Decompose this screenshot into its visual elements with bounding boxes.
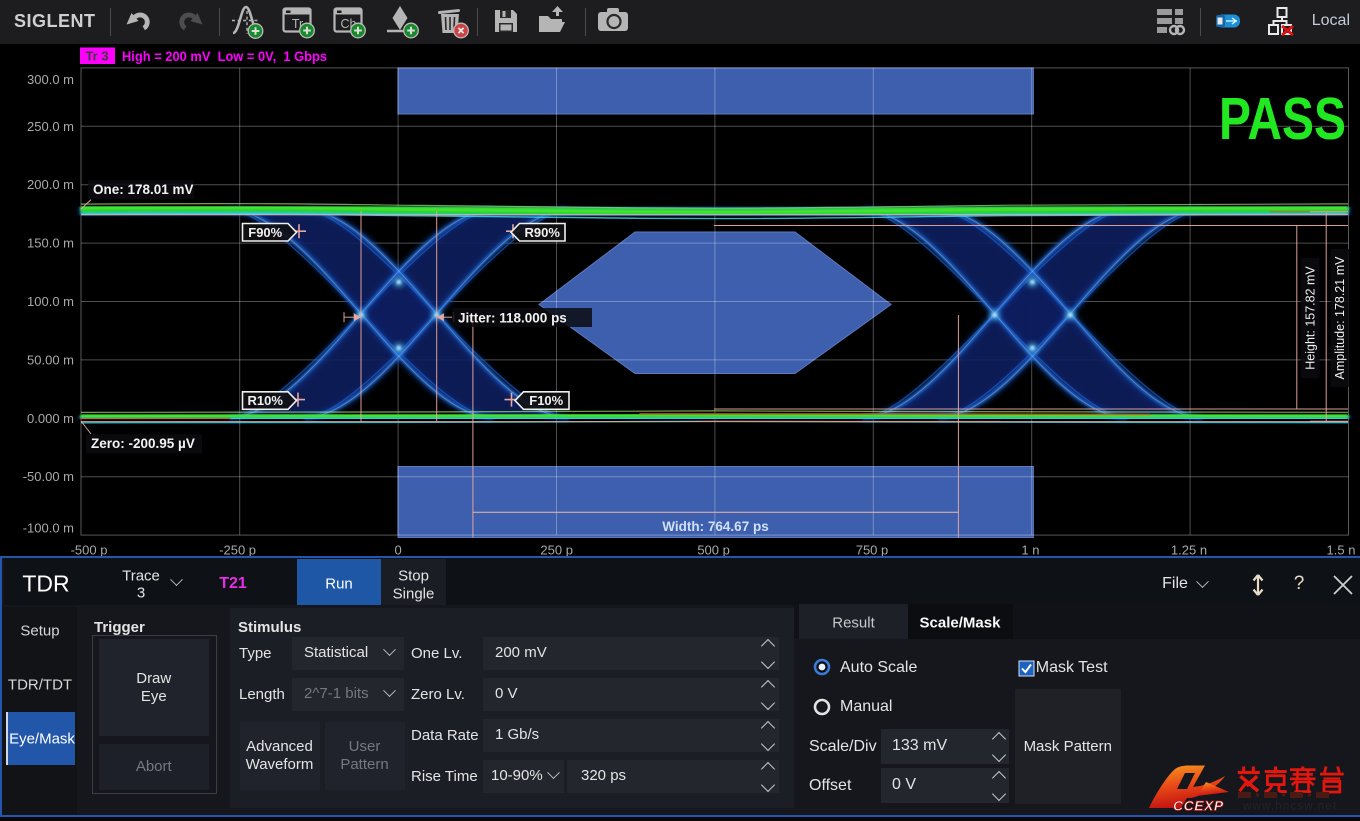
svg-text:300.0 m: 300.0 m (27, 72, 74, 87)
svg-text:1 n: 1 n (1021, 543, 1039, 557)
svg-text:PASS: PASS (1219, 86, 1346, 152)
svg-text:Tr 3: Tr 3 (85, 49, 108, 64)
svg-text:One: 178.01 mV: One: 178.01 mV (93, 182, 194, 197)
svg-text:Width: 764.67 ps: Width: 764.67 ps (662, 519, 768, 534)
svg-text:-500 p: -500 p (71, 543, 108, 557)
svg-text:-50.00 m: -50.00 m (23, 469, 74, 484)
svg-text:250 p: 250 p (540, 543, 573, 557)
svg-text:Zero: -200.95 µV: Zero: -200.95 µV (91, 436, 195, 451)
svg-text:50.00 m: 50.00 m (27, 352, 74, 367)
svg-text:250.0 m: 250.0 m (27, 119, 74, 134)
svg-text:www.hncsw.net: www.hncsw.net (1242, 801, 1337, 813)
svg-text:Amplitude: 178.21 mV: Amplitude: 178.21 mV (1333, 256, 1347, 380)
svg-text:150.0 m: 150.0 m (27, 236, 74, 251)
svg-text:-100.0 m: -100.0 m (23, 521, 74, 536)
svg-text:F10%: F10% (529, 393, 563, 408)
svg-text:1.5 n: 1.5 n (1327, 543, 1356, 557)
svg-text:Jitter: 118.000 ps: Jitter: 118.000 ps (458, 310, 567, 325)
svg-text:200.0 m: 200.0 m (27, 177, 74, 192)
svg-text:Height: 157.82 mV: Height: 157.82 mV (1304, 266, 1318, 370)
svg-text:500 p: 500 p (697, 543, 730, 557)
svg-text:0.000 m: 0.000 m (27, 411, 74, 426)
svg-text:CCEXP: CCEXP (1173, 798, 1224, 814)
svg-text:High = 200 mV Low = 0V, 1 Gb: High = 200 mV Low = 0V, 1 Gbps (122, 48, 327, 64)
svg-text:0: 0 (394, 543, 401, 557)
svg-text:F90%: F90% (248, 225, 282, 240)
svg-text:-250 p: -250 p (219, 543, 256, 557)
svg-text:R90%: R90% (525, 225, 561, 240)
svg-text:750 p: 750 p (856, 543, 889, 557)
svg-text:100.0 m: 100.0 m (27, 294, 74, 309)
svg-text:1.25 n: 1.25 n (1171, 543, 1207, 557)
svg-text:R10%: R10% (248, 393, 284, 408)
